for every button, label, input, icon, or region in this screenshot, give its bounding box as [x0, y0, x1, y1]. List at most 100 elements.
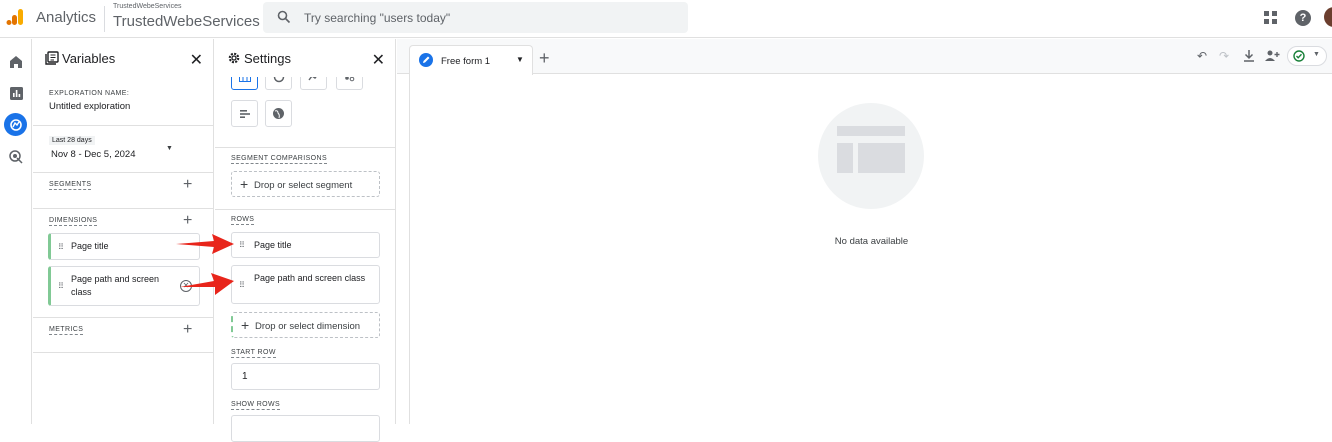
divider: [33, 352, 214, 353]
metrics-label: METRICS: [49, 326, 84, 335]
tab-dropdown-icon[interactable]: ▼: [516, 55, 524, 64]
close-variables-icon[interactable]: ✕: [190, 50, 203, 70]
dimension-drop-label: Drop or select dimension: [255, 321, 361, 332]
segment-comparisons-label-wrap: SEGMENT COMPARISONS: [231, 155, 328, 164]
segments-label: SEGMENTS: [49, 181, 92, 190]
add-segment-button[interactable]: +: [183, 176, 192, 194]
annotation-arrow-page-title: [176, 234, 234, 254]
plus-icon: +: [241, 317, 250, 333]
date-dropdown-icon[interactable]: ▼: [166, 145, 173, 152]
redo-icon[interactable]: ↷: [1219, 49, 1233, 63]
tab-free-form-1[interactable]: Free form 1 ▼: [409, 45, 533, 75]
add-tab-button[interactable]: +: [539, 48, 550, 69]
search-placeholder: Try searching "users today": [304, 11, 451, 25]
settings-panel: Settings ✕ SEGMENT COMPARISONS + Drop or…: [215, 39, 396, 442]
divider: [33, 317, 214, 318]
divider: [215, 209, 396, 210]
home-icon[interactable]: [7, 53, 25, 71]
metrics-label-wrap: METRICS: [49, 326, 84, 335]
divider: [33, 172, 214, 173]
settings-header: Settings ✕: [215, 39, 395, 77]
download-icon[interactable]: [1242, 49, 1256, 63]
divider: [33, 125, 214, 126]
drag-handle-icon[interactable]: ⠿: [239, 241, 245, 250]
segments-label-wrap: SEGMENTS: [49, 181, 92, 190]
segment-drop-label: Drop or select segment: [254, 180, 353, 191]
start-row-input[interactable]: 1: [231, 363, 380, 390]
advertising-icon[interactable]: [7, 148, 25, 166]
show-rows-label-wrap: SHOW ROWS: [231, 401, 281, 410]
drag-handle-icon[interactable]: ⠿: [58, 242, 64, 251]
table-viz-icon[interactable]: [231, 77, 258, 90]
account-name[interactable]: TrustedWebeServices: [113, 3, 181, 10]
check-circle-icon: [1293, 50, 1305, 62]
analytics-logo-icon[interactable]: [6, 8, 24, 26]
show-rows-label: SHOW ROWS: [231, 401, 281, 410]
empty-state-illustration: [818, 103, 924, 209]
no-data-message: No data available: [834, 236, 909, 247]
app-name: Analytics: [36, 9, 97, 26]
exploration-canvas: Free form 1 ▼ + ↶ ↷ ▼ No data available: [397, 39, 1332, 424]
help-icon[interactable]: ?: [1295, 10, 1311, 26]
dimension-label: Page path and screen class: [71, 274, 160, 297]
search-icon: [277, 10, 291, 24]
tab-label: Free form 1: [441, 56, 491, 67]
show-rows-select[interactable]: [231, 415, 380, 442]
row-chip-page-path[interactable]: ⠿ Page path and screen class: [231, 265, 380, 304]
add-dimension-button[interactable]: +: [183, 212, 192, 230]
variables-header: Variables ✕: [33, 39, 213, 77]
reports-icon[interactable]: [7, 84, 25, 102]
drag-handle-icon[interactable]: ⠿: [58, 282, 64, 291]
plus-icon: +: [240, 176, 249, 192]
dimensions-label: DIMENSIONS: [49, 217, 98, 226]
search-bar[interactable]: Try searching "users today": [263, 2, 688, 33]
date-preset-badge: Last 28 days: [49, 136, 95, 145]
start-row-value: 1: [242, 371, 248, 382]
variables-icon: [45, 51, 59, 65]
date-range-selector[interactable]: Last 28 days Nov 8 - Dec 5, 2024: [49, 135, 179, 161]
scatter-chart-icon[interactable]: [336, 77, 363, 90]
illustration-block-left: [837, 143, 853, 173]
canvas-content: No data available: [409, 74, 1332, 424]
explore-icon[interactable]: [4, 113, 27, 136]
divider: [215, 147, 396, 148]
status-check-dropdown[interactable]: ▼: [1287, 46, 1327, 66]
line-chart-icon[interactable]: [300, 77, 327, 90]
exploration-name-input[interactable]: Untitled exploration: [49, 101, 130, 112]
row-label: Page path and screen class: [254, 273, 366, 283]
tab-strip: Free form 1 ▼ + ↶ ↷ ▼: [397, 39, 1332, 75]
segment-comparisons-label: SEGMENT COMPARISONS: [231, 155, 328, 164]
apps-grid-icon[interactable]: [1264, 11, 1278, 25]
share-users-icon[interactable]: [1264, 49, 1280, 63]
dimension-drop-zone[interactable]: + Drop or select dimension: [231, 312, 380, 338]
rows-label-wrap: ROWS: [231, 216, 255, 225]
nav-rail: [0, 39, 32, 424]
undo-icon[interactable]: ↶: [1197, 49, 1211, 63]
exploration-name-label: EXPLORATION NAME:: [49, 90, 130, 97]
date-range-text: Nov 8 - Dec 5, 2024: [51, 149, 136, 160]
rows-label: ROWS: [231, 216, 255, 225]
settings-title: Settings: [244, 51, 291, 66]
dimensions-label-wrap: DIMENSIONS: [49, 217, 98, 226]
property-divider: [104, 6, 105, 32]
row-chip-page-title[interactable]: ⠿ Page title: [231, 232, 380, 258]
pencil-icon: [419, 53, 433, 67]
chevron-down-icon: ▼: [1313, 51, 1320, 58]
top-bar: Analytics TrustedWebeServices TrustedWeb…: [0, 0, 1332, 38]
property-selector[interactable]: TrustedWebeServices: [113, 13, 260, 30]
geo-map-icon[interactable]: [265, 100, 292, 127]
close-settings-icon[interactable]: ✕: [372, 50, 385, 70]
start-row-label: START ROW: [231, 349, 276, 358]
dimension-label: Page title: [71, 241, 109, 251]
divider: [33, 208, 214, 209]
account-avatar[interactable]: [1324, 7, 1332, 27]
bar-chart-icon[interactable]: [231, 100, 258, 127]
variables-title: Variables: [62, 51, 116, 66]
drag-handle-icon[interactable]: ⠿: [239, 280, 245, 289]
add-metric-button[interactable]: +: [183, 321, 192, 339]
donut-chart-icon[interactable]: [265, 77, 292, 90]
annotation-arrow-page-path: [180, 273, 234, 295]
segment-drop-zone[interactable]: + Drop or select segment: [231, 171, 380, 197]
illustration-block-right: [858, 143, 905, 173]
start-row-label-wrap: START ROW: [231, 349, 276, 358]
